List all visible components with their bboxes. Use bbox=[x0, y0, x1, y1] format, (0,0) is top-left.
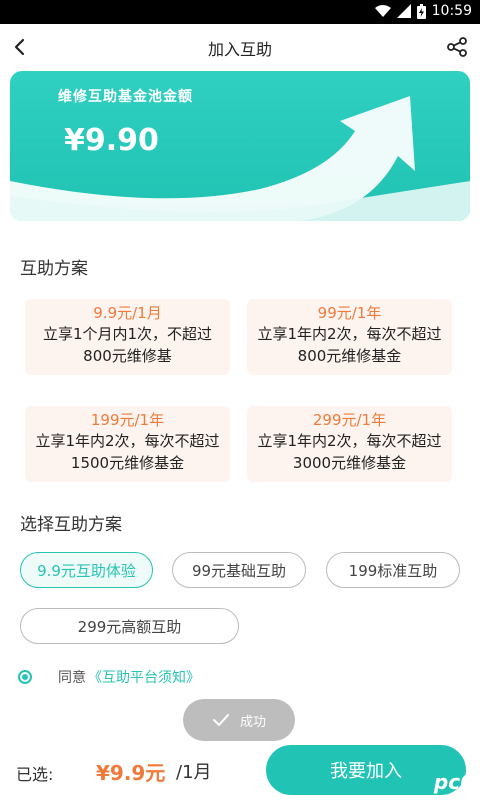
plan-card-1: 9.9元/1月 立享1个月内1次，不超过800元维修基 bbox=[25, 299, 230, 375]
wifi-icon bbox=[374, 5, 391, 17]
option-chip-199[interactable]: 199标准互助 bbox=[326, 552, 460, 588]
fund-pool-title: 维修互助基金池金额 bbox=[58, 89, 193, 105]
radio-dot bbox=[22, 674, 28, 680]
selected-unit: /1月 bbox=[176, 762, 212, 783]
plan-price: 299元/1年 bbox=[312, 411, 387, 429]
nav-bar: 加入互助 bbox=[0, 24, 480, 70]
bottom-bar: 已选: ¥9.9元 /1月 我要加入 pc6 bbox=[0, 745, 480, 800]
agree-text: 同意 bbox=[58, 670, 86, 686]
battery-icon bbox=[416, 3, 426, 19]
fund-pool-amount: ¥9.90 bbox=[64, 123, 159, 158]
selected-label: 已选: bbox=[16, 765, 54, 784]
status-time: 10:59 bbox=[431, 3, 472, 19]
plans-section-title: 互助方案 bbox=[20, 259, 88, 279]
plan-price: 9.9元/1月 bbox=[93, 304, 162, 322]
plan-card-4: 299元/1年 立享1年内2次，每次不超过3000元维修基金 bbox=[247, 406, 452, 482]
success-toast: 成功 bbox=[183, 699, 295, 741]
share-icon[interactable] bbox=[444, 34, 470, 60]
page-title: 加入互助 bbox=[207, 40, 272, 59]
toast-text: 成功 bbox=[239, 714, 266, 730]
plan-price: 99元/1年 bbox=[317, 304, 382, 322]
plan-card-3: 199元/1年 立享1年内2次，每次不超过1500元维修基金 bbox=[25, 406, 230, 482]
plan-desc: 立享1年内2次，每次不超过800元维修基金 bbox=[257, 325, 442, 365]
agreement-link[interactable]: 《互助平台须知》 bbox=[88, 667, 200, 687]
check-icon bbox=[212, 714, 229, 726]
signal-icon bbox=[396, 4, 411, 18]
status-icons: 10:59 bbox=[374, 3, 472, 19]
plan-desc: 立享1个月内1次，不超过800元维修基 bbox=[42, 325, 213, 365]
plan-card-2: 99元/1年 立享1年内2次，每次不超过800元维修基金 bbox=[247, 299, 452, 375]
agree-radio[interactable] bbox=[18, 670, 32, 684]
plan-price: 199元/1年 bbox=[90, 411, 165, 429]
agreement-row: 同意 《互助平台须知》 bbox=[18, 666, 200, 688]
watermark-logo: pc6 bbox=[433, 770, 474, 794]
option-chip-9.9[interactable]: 9.9元互助体验 bbox=[20, 552, 153, 588]
selected-price: ¥9.9元 bbox=[96, 761, 166, 785]
option-chip-99[interactable]: 99元基础互助 bbox=[172, 552, 306, 588]
plan-desc: 立享1年内2次，每次不超过3000元维修基金 bbox=[257, 432, 442, 472]
plan-desc: 立享1年内2次，每次不超过1500元维修基金 bbox=[35, 432, 220, 472]
choose-section-title: 选择互助方案 bbox=[20, 515, 122, 535]
status-bar: 10:59 bbox=[0, 0, 480, 24]
option-chip-299[interactable]: 299元高额互助 bbox=[20, 608, 239, 644]
fund-pool-card: 维修互助基金池金额 ¥9.90 bbox=[10, 71, 470, 221]
